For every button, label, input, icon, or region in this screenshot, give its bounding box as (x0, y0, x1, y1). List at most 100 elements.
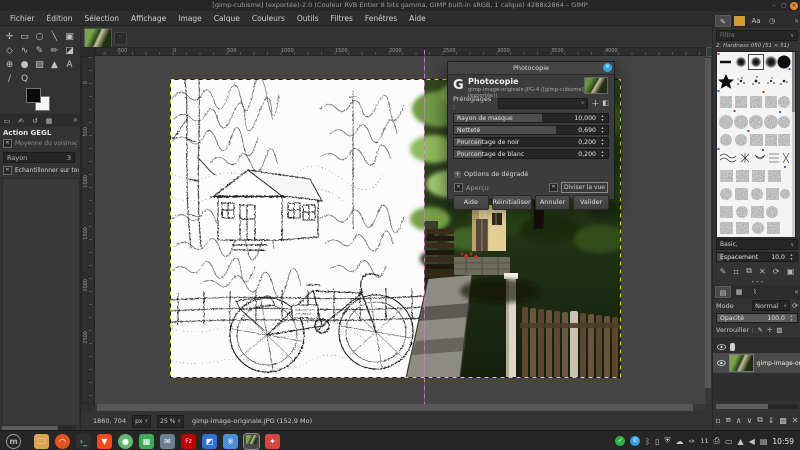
layer-row[interactable]: gimp-image-or (713, 353, 800, 373)
spinner-arrows[interactable]: ▴▾ (598, 138, 607, 146)
dock-close-icon[interactable]: ✕ (73, 117, 78, 124)
duplicate-brush-icon[interactable]: ⧉ (746, 266, 752, 276)
red-app-icon[interactable]: ✦ (265, 434, 280, 449)
file-manager-icon[interactable]: 🗀 (34, 434, 49, 449)
fonts-tab-icon[interactable]: Aa (748, 15, 764, 27)
new-group-icon[interactable]: ⧈ (726, 415, 731, 425)
crop-tool-icon[interactable]: ▣ (62, 30, 77, 44)
ink-tool-icon[interactable]: ∕ (2, 72, 17, 86)
start-menu-button[interactable]: m (6, 434, 21, 449)
raise-layer-icon[interactable]: ∧ (736, 416, 742, 425)
gradient-tool-icon[interactable]: ▨ (32, 58, 47, 72)
wifi-icon[interactable]: ▲ (738, 437, 744, 446)
menu-edition[interactable]: Édition (41, 14, 79, 23)
blending-options-expander[interactable]: ＋ Options de dégradé (454, 170, 528, 178)
image-tab-thumbnail[interactable] (84, 28, 112, 48)
mail-icon[interactable]: ✉ (160, 434, 175, 449)
channels-tab-icon[interactable]: ▦ (731, 286, 747, 298)
sample-merged-checkbox-row[interactable]: ✕ Échantillonner sur tous les calq (3, 166, 79, 175)
undo-history-tab-icon[interactable]: ↺ (28, 117, 42, 125)
maximize-icon[interactable]: ▢ (780, 2, 788, 10)
zoom-combo[interactable]: 25 % ∨ (157, 415, 184, 428)
paintbrush-tool-icon[interactable]: ✎ (32, 44, 47, 58)
brush-filter-combo[interactable]: Filtre ∨ (716, 30, 798, 41)
free-select-tool-icon[interactable]: ○ (32, 30, 47, 44)
transform-tool-icon[interactable]: ◇ (2, 44, 17, 58)
layer-mask-icon[interactable]: ▩ (779, 416, 787, 425)
layers-tab-icon[interactable]: ▤ (715, 286, 731, 298)
tool-options-tab-icon[interactable]: ▭ (0, 117, 14, 125)
brush-grid[interactable] (716, 51, 796, 238)
opacity-slider[interactable]: Opacité 100,0 ▴▾ (716, 313, 798, 323)
horizontal-ruler[interactable]: -500 0 500 1000 1500 2000 2500 3000 3500… (95, 47, 706, 56)
minimize-icon[interactable]: – (770, 2, 778, 10)
text-tool-icon[interactable]: A (62, 58, 77, 72)
edit-brush-icon[interactable]: ✎ (720, 267, 727, 276)
reset-button[interactable]: Réinitialiser (492, 195, 532, 210)
menu-calque[interactable]: Calque (208, 14, 246, 23)
spreadsheet-icon[interactable]: ▦ (139, 434, 154, 449)
new-brush-icon[interactable]: ▫ (733, 267, 738, 276)
split-view-guide[interactable] (424, 50, 425, 404)
menu-image[interactable]: Image (172, 14, 208, 23)
cancel-button[interactable]: Annuler (535, 195, 571, 210)
menu-fenetres[interactable]: Fenêtres (359, 14, 403, 23)
layer-filter-row[interactable] (713, 341, 800, 352)
rect-select-tool-icon[interactable]: ▭ (17, 30, 32, 44)
layers-scrollbar[interactable] (716, 404, 798, 409)
vertical-ruler[interactable]: 0 500 1000 1500 2000 2500 (81, 56, 95, 404)
mode-combo[interactable]: Normal ∨ (752, 300, 790, 311)
canvas-vscrollbar[interactable] (705, 56, 711, 404)
spinner-arrows[interactable]: ▴▾ (787, 253, 796, 261)
cloud-tray-icon[interactable]: ☁ (676, 437, 684, 446)
dialog-close-icon[interactable]: ✕ (603, 63, 612, 72)
brush-group-combo[interactable]: Basic, ∨ (716, 239, 798, 250)
close-icon[interactable]: ✕ (790, 2, 798, 10)
new-layer-icon[interactable]: ▫ (715, 416, 720, 425)
merge-layer-icon[interactable]: ⇓ (768, 416, 775, 425)
split-view-checkbox[interactable]: ✕ (549, 183, 558, 192)
open-brush-icon[interactable]: ▣ (787, 267, 795, 276)
volume-icon[interactable]: ◀ (749, 437, 755, 446)
warp-tool-icon[interactable]: ∿ (17, 44, 32, 58)
clipboard-icon[interactable]: ▤ (760, 437, 768, 446)
menu-filtres[interactable]: Filtres (325, 14, 359, 23)
move-tool-icon[interactable]: ✛ (2, 30, 17, 44)
unit-combo[interactable]: px ∨ (132, 415, 151, 428)
black-percent-slider[interactable]: Pourcentage de noir 0,200 ▴▾ (453, 137, 609, 147)
spinner-arrows[interactable]: ▴▾ (787, 314, 796, 322)
canvas-hscrollbar[interactable] (95, 404, 705, 411)
brave-icon[interactable]: ▼ (97, 434, 112, 449)
patterns-tab-icon[interactable] (733, 15, 746, 27)
preview-checkbox[interactable]: ✕ (454, 183, 463, 192)
green-app-icon[interactable]: ● (118, 434, 133, 449)
paths-tab-icon[interactable]: ⌇ (747, 286, 763, 298)
images-tab-icon[interactable]: ▦ (42, 117, 56, 125)
document-history-tab-icon[interactable]: ◷ (764, 15, 780, 27)
split-view-label[interactable]: Diviser la vue (561, 182, 608, 193)
wilber-menu-icon[interactable]: ⁙ (114, 32, 127, 45)
lower-layer-icon[interactable]: ∨ (746, 416, 752, 425)
radius-combo[interactable]: Rayon 3 (3, 152, 75, 163)
menu-fichier[interactable]: Fichier (4, 14, 41, 23)
clone-tool-icon[interactable]: ⊕ (2, 58, 17, 72)
measure-tool-icon[interactable]: ╲ (47, 30, 62, 44)
eye-icon[interactable] (717, 344, 726, 350)
bluetooth-icon[interactable]: ᛒ (645, 437, 650, 446)
brushes-tab-icon[interactable]: ✎ (715, 15, 731, 27)
refresh-brushes-icon[interactable]: ⟳ (773, 267, 780, 276)
filezilla-icon[interactable]: Fz (181, 434, 196, 449)
printer-icon[interactable]: ⎙ (714, 436, 720, 446)
mode-switch-icon[interactable]: ⟳ (792, 302, 798, 310)
preset-menu-icon[interactable]: ◧ (602, 99, 609, 107)
spinner-arrows[interactable]: ▴▾ (598, 150, 607, 158)
battery-icon[interactable]: ▭ (725, 437, 733, 446)
layer-list[interactable]: gimp-image-or (713, 338, 800, 401)
delete-brush-icon[interactable]: ✕ (759, 267, 766, 276)
menu-selection[interactable]: Sélection (78, 14, 125, 23)
device-status-tab-icon[interactable]: ✍ (14, 117, 28, 125)
menu-couleurs[interactable]: Couleurs (246, 14, 291, 23)
sharpness-slider[interactable]: Netteté 0,690 ▴▾ (453, 125, 609, 135)
neighborhood-checkbox-row[interactable]: ✕ Moyenne du voisinage (3, 139, 77, 148)
airbrush-tool-icon[interactable]: ▲ (47, 58, 62, 72)
